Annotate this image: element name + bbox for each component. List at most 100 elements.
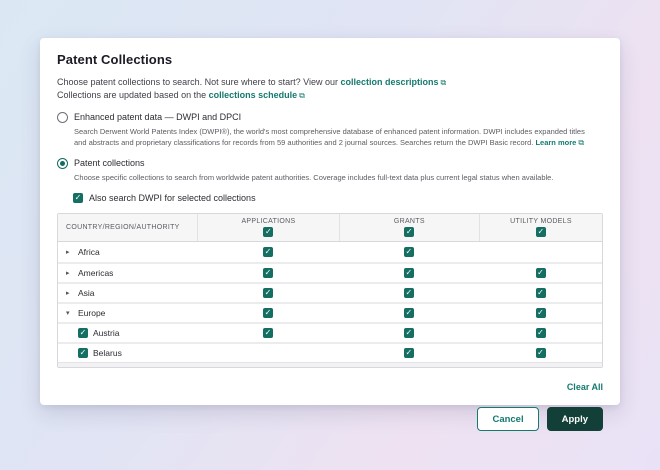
enhanced-patent-data-description: Search Derwent World Patents Index (DWPI… [74, 126, 599, 148]
row-name-cell: ▸ Asia [58, 284, 197, 302]
row-name: Europe [78, 308, 105, 318]
checkbox-cell: ✓ [339, 242, 479, 262]
checkbox-cell: ✓ [197, 284, 338, 302]
dialog-title: Patent Collections [57, 52, 603, 67]
select-all-utility-models-checkbox[interactable]: ✓ [536, 227, 546, 237]
row-name: Asia [78, 288, 95, 298]
grants-checkbox[interactable]: ✓ [404, 328, 414, 338]
table-row: ▸ Americas ✓ ✓ ✓ [58, 262, 602, 282]
select-all-grants-checkbox[interactable]: ✓ [404, 227, 414, 237]
patent-collections-description: Choose specific collections to search fr… [74, 172, 599, 183]
checkbox-cell: ✓ [197, 304, 338, 322]
applications-checkbox[interactable]: ✓ [263, 328, 273, 338]
table-bottom-strip [58, 362, 602, 367]
checkbox-cell: ✓ [339, 284, 479, 302]
checkbox-cell: ✓ [197, 242, 338, 262]
also-search-dwpi-label: Also search DWPI for selected collection… [89, 193, 256, 203]
checkbox-cell: ✓ [479, 264, 602, 282]
applications-checkbox[interactable]: ✓ [263, 247, 273, 257]
applications-checkbox[interactable]: ✓ [263, 288, 273, 298]
collections-table-body: ▸Africa✓✓▸Americas✓✓✓▸Asia✓✓✓▾Europe✓✓✓✓… [58, 242, 602, 362]
collapse-arrow-icon[interactable]: ▾ [66, 309, 72, 317]
checkbox-cell: ✓ [479, 344, 602, 362]
table-row: ✓ Austria ✓ ✓ ✓ [58, 322, 602, 342]
utility-models-checkbox[interactable]: ✓ [536, 308, 546, 318]
column-header-country: COUNTRY/REGION/AUTHORITY [58, 214, 197, 241]
option-enhanced-patent-data: Enhanced patent data — DWPI and DPCI [57, 112, 603, 123]
intro-line2-text: Collections are updated based on the [57, 90, 209, 100]
also-search-dwpi-checkbox[interactable]: ✓ [73, 193, 83, 203]
column-label: APPLICATIONS [241, 218, 295, 225]
checkbox-cell: ✓ [479, 324, 602, 342]
checkbox-cell: ✓ [197, 264, 338, 282]
checkbox-cell: ✓ [479, 284, 602, 302]
row-name: Austria [93, 328, 119, 338]
table-header: COUNTRY/REGION/AUTHORITY APPLICATIONS ✓ … [58, 214, 602, 242]
checkbox-cell: ✓ [339, 324, 479, 342]
utility-models-checkbox[interactable]: ✓ [536, 288, 546, 298]
row-name-cell: ✓ Austria [58, 324, 197, 342]
table-row: ▸ Asia ✓ ✓ ✓ [58, 282, 602, 302]
checkbox-cell: ✓ [339, 344, 479, 362]
applications-checkbox[interactable]: ✓ [263, 268, 273, 278]
column-header-utility-models: UTILITY MODELS ✓ [479, 214, 602, 241]
cancel-button[interactable]: Cancel [477, 407, 538, 431]
patent-collections-dialog: Patent Collections Choose patent collect… [40, 38, 620, 405]
external-link-icon: ⧉ [578, 138, 584, 147]
collection-descriptions-link[interactable]: collection descriptions [340, 77, 438, 87]
grants-checkbox[interactable]: ✓ [404, 308, 414, 318]
checkbox-cell: ✓ [197, 324, 338, 342]
checkbox-cell: ✓ [479, 304, 602, 322]
also-search-dwpi-row: ✓ Also search DWPI for selected collecti… [73, 193, 603, 203]
patent-collections-radio[interactable] [57, 158, 68, 169]
column-header-grants: GRANTS ✓ [339, 214, 479, 241]
utility-models-checkbox[interactable]: ✓ [536, 268, 546, 278]
checkbox-cell: ✓ [339, 264, 479, 282]
column-label: UTILITY MODELS [510, 218, 572, 225]
utility-models-checkbox[interactable]: ✓ [536, 328, 546, 338]
grants-checkbox[interactable]: ✓ [404, 288, 414, 298]
expand-arrow-icon[interactable]: ▸ [66, 289, 72, 297]
checkbox-cell [197, 344, 338, 362]
enhanced-patent-data-radio[interactable] [57, 112, 68, 123]
row-select-checkbox[interactable]: ✓ [78, 348, 88, 358]
clear-all-link[interactable]: Clear All [567, 382, 603, 392]
collections-table: COUNTRY/REGION/AUTHORITY APPLICATIONS ✓ … [57, 213, 603, 368]
row-name-cell: ▸ Africa [58, 242, 197, 262]
row-name-cell: ▾ Europe [58, 304, 197, 322]
column-label: COUNTRY/REGION/AUTHORITY [66, 224, 180, 231]
apply-button[interactable]: Apply [547, 407, 603, 431]
select-all-applications-checkbox[interactable]: ✓ [263, 227, 273, 237]
expand-arrow-icon[interactable]: ▸ [66, 269, 72, 277]
row-name: Belarus [93, 348, 122, 358]
clear-all-row: Clear All [57, 377, 603, 395]
table-row: ▾ Europe ✓ ✓ ✓ [58, 302, 602, 322]
grants-checkbox[interactable]: ✓ [404, 268, 414, 278]
description-text: Search Derwent World Patents Index (DWPI… [74, 127, 585, 147]
grants-checkbox[interactable]: ✓ [404, 247, 414, 257]
table-row: ✓ Belarus ✓ ✓ [58, 342, 602, 362]
collections-schedule-link[interactable]: collections schedule [209, 90, 298, 100]
column-label: GRANTS [394, 218, 425, 225]
table-row: ▸ Africa ✓ ✓ [58, 242, 602, 262]
checkbox-cell [479, 242, 602, 262]
intro-line1-text: Choose patent collections to search. Not… [57, 77, 340, 87]
intro-text: Choose patent collections to search. Not… [57, 76, 603, 102]
option-label[interactable]: Enhanced patent data — DWPI and DPCI [74, 112, 241, 123]
applications-checkbox[interactable]: ✓ [263, 308, 273, 318]
option-patent-collections: Patent collections [57, 158, 603, 169]
checkbox-cell: ✓ [339, 304, 479, 322]
external-link-icon: ⧉ [441, 78, 447, 87]
external-link-icon: ⧉ [299, 91, 305, 100]
row-name-cell: ▸ Americas [58, 264, 197, 282]
learn-more-link[interactable]: Learn more [535, 138, 576, 147]
option-label[interactable]: Patent collections [74, 158, 145, 169]
grants-checkbox[interactable]: ✓ [404, 348, 414, 358]
row-name: Americas [78, 268, 113, 278]
row-name-cell: ✓ Belarus [58, 344, 197, 362]
utility-models-checkbox[interactable]: ✓ [536, 348, 546, 358]
row-select-checkbox[interactable]: ✓ [78, 328, 88, 338]
dialog-actions: Cancel Apply [57, 407, 603, 431]
row-name: Africa [78, 247, 100, 257]
expand-arrow-icon[interactable]: ▸ [66, 248, 72, 256]
